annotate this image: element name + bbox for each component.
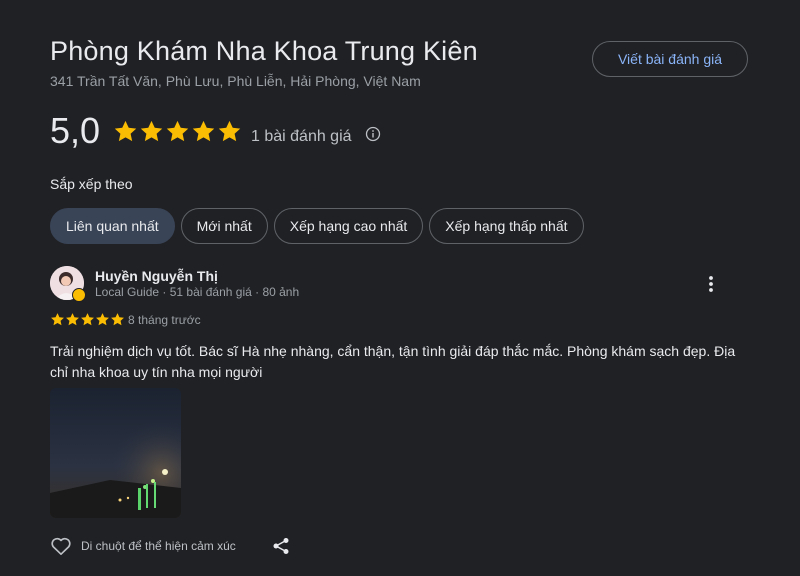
sort-chips: Liên quan nhất Mới nhất Xếp hạng cao nhấ… [50,208,584,244]
reviewer-name[interactable]: Huyền Nguyễn Thị [95,268,218,284]
more-vert-icon[interactable] [703,274,719,294]
star-icon [114,120,137,142]
react-hint: Di chuột để thể hiện cảm xúc [81,539,236,553]
review-count: 1 bài đánh giá [251,128,352,145]
review-time: 8 tháng trước [128,313,201,327]
place-address: 341 Trần Tất Văn, Phù Lưu, Phù Liễn, Hải… [50,73,421,89]
share-icon[interactable] [272,537,290,555]
star-icon [140,120,163,142]
sort-chip-lowest[interactable]: Xếp hạng thấp nhất [429,208,584,244]
local-guide-badge [72,288,86,302]
sort-chip-highest[interactable]: Xếp hạng cao nhất [273,208,424,244]
write-review-button[interactable]: Viết bài đánh giá [592,41,748,77]
rating-value: 5,0 [50,110,101,151]
place-title: Phòng Khám Nha Khoa Trung Kiên [50,36,478,66]
info-icon[interactable] [365,126,381,142]
star-icon [111,313,124,326]
sort-label: Sắp xếp theo [50,176,133,192]
star-icon [166,120,189,142]
heart-outline-icon[interactable] [50,536,72,556]
sort-chip-relevant[interactable]: Liên quan nhất [50,208,175,244]
star-icon [66,313,79,326]
review-stars [50,312,125,327]
sort-chip-newest[interactable]: Mới nhất [180,208,268,244]
star-icon [192,120,215,142]
reviewer-meta: Local Guide · 51 bài đánh giá · 80 ảnh [95,285,300,299]
rating-stars [113,119,242,144]
review-photo[interactable] [50,388,181,518]
night-street-photo [50,388,181,518]
star-icon [218,120,241,142]
review-text: Trải nghiệm dịch vụ tốt. Bác sĩ Hà nhẹ n… [50,343,736,380]
star-icon [81,313,94,326]
star-icon [51,313,64,326]
star-icon [96,313,109,326]
